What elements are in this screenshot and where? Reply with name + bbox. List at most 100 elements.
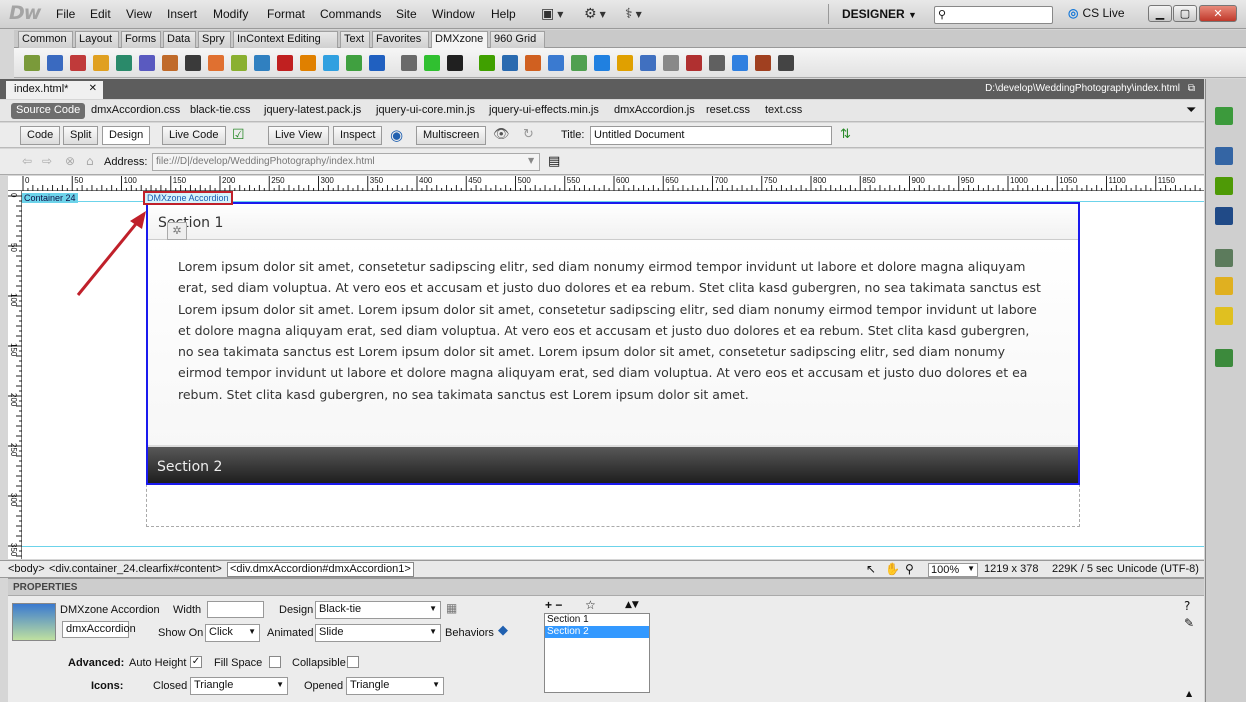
insert-tool-icon[interactable] xyxy=(369,55,385,71)
insert-tool-icon[interactable] xyxy=(640,55,656,71)
menu-insert[interactable]: Insert xyxy=(167,7,197,21)
title-input[interactable]: Untitled Document xyxy=(590,126,832,145)
related-file[interactable]: jquery-ui-effects.min.js xyxy=(489,104,599,116)
inspect-button[interactable]: Inspect xyxy=(333,126,383,145)
fill-space-checkbox[interactable] xyxy=(269,656,281,668)
insert-tool-icon[interactable] xyxy=(139,55,155,71)
design-select[interactable]: Black-tie xyxy=(315,601,441,619)
maximize-button[interactable]: ▢ xyxy=(1173,5,1197,22)
assets-icon[interactable] xyxy=(1215,277,1233,295)
file-transfer-icon[interactable]: ⇅ xyxy=(840,127,851,142)
insert-tool-icon[interactable] xyxy=(346,55,362,71)
design-canvas[interactable]: Container 24 Section 1 ✲ Lorem ipsum dol… xyxy=(22,191,1204,559)
insert-tool-icon[interactable] xyxy=(162,55,178,71)
lightning-icon[interactable] xyxy=(1215,307,1233,325)
tab-text[interactable]: Text xyxy=(340,31,370,48)
live-code-button[interactable]: Live Code xyxy=(162,126,226,145)
accordion-widget[interactable]: Section 1 ✲ Lorem ipsum dolor sit amet, … xyxy=(146,202,1080,485)
closed-icon-select[interactable]: Triangle xyxy=(190,677,288,695)
collapsible-checkbox[interactable] xyxy=(347,656,359,668)
sitemap-icon[interactable] xyxy=(1215,349,1233,367)
insert-tool-icon[interactable] xyxy=(424,55,440,71)
insert-tool-icon[interactable] xyxy=(277,55,293,71)
auto-height-checkbox[interactable]: ✓ xyxy=(190,656,202,668)
insert-tool-icon[interactable] xyxy=(185,55,201,71)
tag-selector-accordion[interactable]: <div.dmxAccordion#dmxAccordion1> xyxy=(227,562,414,577)
tag-selector-body[interactable]: <body> xyxy=(8,563,45,575)
table-icon[interactable] xyxy=(1215,177,1233,195)
chart-icon[interactable] xyxy=(1215,147,1233,165)
extend-menu[interactable]: ⚙ ▼ xyxy=(584,5,606,23)
add-remove-section-buttons[interactable]: + − xyxy=(545,598,562,612)
insert-tool-icon[interactable] xyxy=(525,55,541,71)
opened-icon-select[interactable]: Triangle xyxy=(346,677,444,695)
insert-tool-icon[interactable] xyxy=(594,55,610,71)
insert-tool-icon[interactable] xyxy=(686,55,702,71)
tab-common[interactable]: Common xyxy=(18,31,73,48)
globe-icon[interactable]: ◉ xyxy=(390,126,403,144)
tab-960-grid[interactable]: 960 Grid xyxy=(490,31,545,48)
tag-selector-container[interactable]: <div.container_24.clearfix#content> xyxy=(49,563,222,575)
insert-tool-icon[interactable] xyxy=(47,55,63,71)
id-input[interactable]: dmxAccordion xyxy=(62,621,136,638)
menu-format[interactable]: Format xyxy=(267,7,305,21)
move-up-down-icon[interactable]: ▲▼ xyxy=(625,600,639,610)
home-icon[interactable]: ⌂ xyxy=(86,154,94,168)
tab-data[interactable]: Data xyxy=(163,31,196,48)
behaviors-icon[interactable]: ◆ xyxy=(498,623,508,638)
related-file[interactable]: dmxAccordion.css xyxy=(91,104,180,116)
cs-live-button[interactable]: ◎ CS Live xyxy=(1068,6,1125,20)
accordion-section-1-content[interactable]: Lorem ipsum dolor sit amet, consetetur s… xyxy=(148,241,1078,445)
menu-edit[interactable]: Edit xyxy=(90,7,111,21)
insert-tool-icon[interactable] xyxy=(208,55,224,71)
live-view-button[interactable]: Live View xyxy=(268,126,329,145)
insert-tool-icon[interactable] xyxy=(231,55,247,71)
list-item[interactable]: Section 1 xyxy=(545,614,649,626)
tab-favorites[interactable]: Favorites xyxy=(372,31,429,48)
restore-icon[interactable]: ⧉ xyxy=(1188,83,1195,94)
tab-layout[interactable]: Layout xyxy=(75,31,119,48)
zoom-select[interactable]: 100% ▼ xyxy=(928,563,978,577)
hand-tool-icon[interactable]: ✋ xyxy=(885,562,900,576)
code-icon[interactable] xyxy=(1215,207,1233,225)
insert-tool-icon[interactable] xyxy=(24,55,40,71)
multiscreen-button[interactable]: Multiscreen xyxy=(416,126,487,145)
zoom-tool-icon[interactable]: ⚲ xyxy=(905,562,914,576)
back-icon[interactable]: ⇦ xyxy=(22,154,32,168)
address-input[interactable]: file:///D|/develop/WeddingPhotography/in… xyxy=(152,153,540,171)
workspace-switcher[interactable]: DESIGNER ▼ xyxy=(842,7,917,21)
insert-tool-icon[interactable] xyxy=(70,55,86,71)
insert-tool-icon[interactable] xyxy=(93,55,109,71)
refresh-icon[interactable]: ↻ xyxy=(523,127,534,142)
menu-window[interactable]: Window xyxy=(432,7,475,21)
menu-file[interactable]: File xyxy=(56,7,75,21)
insert-tool-icon[interactable] xyxy=(116,55,132,71)
pointer-tool-icon[interactable]: ↖ xyxy=(866,562,876,576)
related-source-code[interactable]: Source Code xyxy=(11,103,86,119)
visual-aids-icon[interactable]: 👁 xyxy=(493,127,510,142)
insert-tool-icon[interactable] xyxy=(548,55,564,71)
help-icon[interactable]: ? xyxy=(1184,599,1190,613)
stop-icon[interactable]: ⊗ xyxy=(65,154,75,168)
accordion-section-1-header[interactable]: Section 1 xyxy=(148,204,1078,240)
related-file[interactable]: reset.css xyxy=(706,104,750,116)
tab-spry[interactable]: Spry xyxy=(198,31,231,48)
help-search-input[interactable]: ⚲ xyxy=(934,6,1053,24)
tab-incontext-editing[interactable]: InContext Editing xyxy=(233,31,338,48)
insert-tool-icon[interactable] xyxy=(709,55,725,71)
flask-icon[interactable] xyxy=(1215,107,1233,125)
accordion-section-2-header[interactable]: Section 2 xyxy=(148,445,1078,483)
close-button[interactable]: ✕ xyxy=(1199,5,1237,22)
show-on-select[interactable]: Click xyxy=(205,624,260,642)
layout-menu[interactable]: ▣ ▼ xyxy=(541,5,563,23)
code-view-button[interactable]: Code xyxy=(20,126,61,145)
menu-modify[interactable]: Modify xyxy=(213,7,248,21)
check-browser-icon[interactable]: ☑ xyxy=(232,127,245,143)
sections-list[interactable]: Section 1 Section 2 xyxy=(544,613,650,693)
chevron-down-icon[interactable]: ▼ xyxy=(528,156,534,165)
close-icon[interactable]: ✕ xyxy=(89,83,97,94)
list-item[interactable]: Section 2 xyxy=(545,626,649,638)
insert-tool-icon[interactable] xyxy=(401,55,417,71)
insert-tool-icon[interactable] xyxy=(323,55,339,71)
insert-tool-icon[interactable] xyxy=(732,55,748,71)
